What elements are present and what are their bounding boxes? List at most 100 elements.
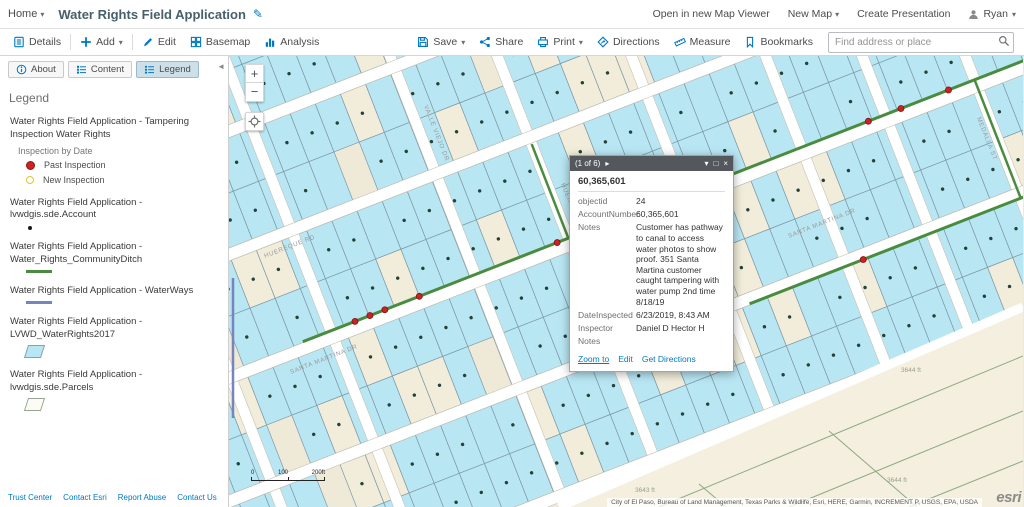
share-button[interactable]: Share bbox=[472, 33, 530, 51]
chevron-down-icon: ▾ bbox=[118, 37, 123, 47]
popup-header: (1 of 6) ▸ ▾ □ × bbox=[570, 156, 733, 171]
layer-title: Water Rights Field Application - LVWD_Wa… bbox=[10, 315, 143, 340]
save-button[interactable]: Save ▾ bbox=[410, 33, 472, 51]
layer-title: Water Rights Field Application - lvwdgis… bbox=[10, 369, 143, 394]
past-inspection-swatch bbox=[26, 160, 35, 170]
arcgis-map-viewer: Home ▾ Water Rights Field Application ✎ O… bbox=[0, 0, 1024, 507]
field-row: objectid 24 bbox=[578, 196, 646, 206]
new-map-menu[interactable]: New Map ▾ bbox=[788, 8, 839, 20]
open-in-new-map-viewer-link[interactable]: Open in new Map Viewer bbox=[653, 8, 770, 20]
field-row: Notes Customer has pathway to canal to ac… bbox=[578, 222, 723, 307]
legend-panel-title: Legend bbox=[9, 91, 50, 105]
field-row: Notes bbox=[578, 336, 601, 346]
legend-item: Past Inspection bbox=[6, 158, 222, 173]
esri-logo: esri bbox=[996, 489, 1021, 506]
legend-item bbox=[6, 268, 222, 276]
basemap-icon bbox=[190, 36, 202, 48]
popup-body: 60,365,601 objectid 24 AccountNumber 60,36… bbox=[570, 171, 733, 371]
create-presentation-link[interactable]: Create Presentation bbox=[857, 8, 950, 20]
field-row: DateInspected 6/23/2019, 8:43 AM bbox=[578, 309, 710, 320]
search-input[interactable] bbox=[828, 31, 1014, 53]
trust-center-link[interactable]: Trust Center bbox=[8, 493, 52, 502]
details-button[interactable]: Details bbox=[6, 33, 68, 51]
elevation-label: 3643 ft bbox=[635, 487, 655, 494]
details-icon bbox=[14, 36, 24, 48]
tab-content[interactable]: Content bbox=[67, 61, 133, 78]
locate-button[interactable] bbox=[245, 112, 264, 131]
analysis-button[interactable]: Analysis bbox=[257, 33, 326, 51]
contact-esri-link[interactable]: Contact Esri bbox=[63, 493, 107, 502]
legend-section: Water Rights Field Application - LVWD_Wa… bbox=[6, 307, 222, 361]
panel-tabs: About Content Legend ◄ bbox=[0, 56, 228, 82]
close-icon[interactable]: × bbox=[723, 156, 728, 171]
elevation-label: 3644 ft bbox=[887, 477, 907, 484]
collapse-panel-icon[interactable]: ◄ bbox=[217, 62, 225, 71]
layer-title: Water Rights Field Application - Tamperi… bbox=[10, 116, 189, 140]
layer-title: Water Rights Field Application - Water_R… bbox=[10, 241, 143, 266]
directions-button[interactable]: Directions bbox=[590, 33, 667, 51]
add-button[interactable]: Add ▾ bbox=[73, 33, 130, 51]
app-header: Home ▾ Water Rights Field Application ✎ O… bbox=[0, 0, 1024, 29]
legend-item bbox=[6, 299, 222, 307]
legend-list: Water Rights Field Application - Tamperi… bbox=[0, 107, 228, 463]
bookmarks-button[interactable]: Bookmarks bbox=[737, 33, 820, 51]
new-inspection-swatch bbox=[26, 176, 34, 185]
layer-subtitle: Inspection by Date bbox=[18, 145, 93, 156]
next-feature-icon[interactable]: ▸ bbox=[605, 156, 609, 171]
legend-section: Water Rights Field Application - Water_R… bbox=[6, 232, 222, 276]
zoom-to-link[interactable]: Zoom to bbox=[578, 354, 609, 364]
zoom-out-button[interactable]: − bbox=[245, 83, 264, 102]
address-search bbox=[828, 31, 1014, 53]
report-abuse-link[interactable]: Report Abuse bbox=[118, 493, 166, 502]
separator bbox=[131, 34, 133, 50]
measure-icon bbox=[673, 37, 686, 47]
waterways-swatch bbox=[26, 301, 52, 305]
pencil-icon bbox=[143, 38, 152, 47]
share-icon bbox=[480, 36, 491, 48]
elevation-label: 3644 ft bbox=[901, 367, 921, 374]
details-panel: About Content Legend ◄ Legend Water Righ… bbox=[0, 56, 229, 507]
popup-actions: Zoom to Edit Get Directions bbox=[578, 354, 725, 364]
tab-legend[interactable]: Legend bbox=[136, 61, 199, 78]
print-icon bbox=[538, 37, 549, 48]
legend-section: Water Rights Field Application - lvwdgis… bbox=[6, 188, 222, 233]
bookmark-icon bbox=[747, 36, 754, 48]
popup-menu-icon[interactable]: ▾ bbox=[704, 156, 708, 171]
chevron-down-icon: ▾ bbox=[40, 9, 45, 19]
tab-about[interactable]: About bbox=[8, 61, 64, 78]
edit-feature-link[interactable]: Edit bbox=[618, 354, 633, 364]
edit-title-icon[interactable]: ✎ bbox=[253, 7, 263, 21]
legend-icon bbox=[145, 65, 155, 74]
save-icon bbox=[418, 37, 429, 47]
account-point-swatch bbox=[28, 225, 32, 230]
sidebar-footer: Trust Center Contact Esri Report Abuse C… bbox=[0, 489, 228, 507]
legend-item bbox=[6, 396, 222, 414]
legend-section: Water Rights Field Application - lvwdgis… bbox=[6, 360, 222, 414]
separator bbox=[70, 34, 72, 50]
scale-bar: 0 100 200ft bbox=[251, 470, 325, 481]
chevron-down-icon: ▾ bbox=[835, 9, 840, 19]
legend-item: New Inspection bbox=[6, 173, 222, 188]
add-icon bbox=[81, 37, 91, 47]
zoom-in-button[interactable]: + bbox=[245, 64, 264, 83]
basemap-button[interactable]: Basemap bbox=[183, 33, 257, 51]
chevron-down-icon: ▾ bbox=[1011, 9, 1016, 19]
home-menu[interactable]: Home ▾ bbox=[8, 8, 44, 20]
print-button[interactable]: Print ▾ bbox=[530, 33, 590, 51]
map-title: Water Rights Field Application bbox=[58, 6, 246, 22]
feature-popup: (1 of 6) ▸ ▾ □ × 60,365,601 objectid 24 A… bbox=[569, 155, 734, 372]
layers-icon bbox=[76, 65, 86, 74]
contact-us-link[interactable]: Contact Us bbox=[177, 493, 217, 502]
get-directions-link[interactable]: Get Directions bbox=[642, 354, 696, 364]
person-icon bbox=[969, 9, 979, 19]
popup-pager: (1 of 6) bbox=[575, 159, 601, 168]
maximize-icon[interactable]: □ bbox=[713, 156, 718, 171]
analysis-icon bbox=[266, 38, 275, 47]
layer-title: Water Rights Field Application - WaterWa… bbox=[10, 284, 194, 296]
field-row: AccountNumber 60,365,601 bbox=[578, 209, 679, 220]
map-canvas[interactable]: 3644 ft 3644 ft 3643 ft VALLE VIEJO DR H… bbox=[229, 56, 1024, 507]
user-menu[interactable]: Ryan ▾ bbox=[968, 8, 1016, 20]
edit-button[interactable]: Edit bbox=[135, 33, 183, 51]
search-icon[interactable] bbox=[998, 35, 1010, 47]
measure-button[interactable]: Measure bbox=[667, 33, 738, 51]
